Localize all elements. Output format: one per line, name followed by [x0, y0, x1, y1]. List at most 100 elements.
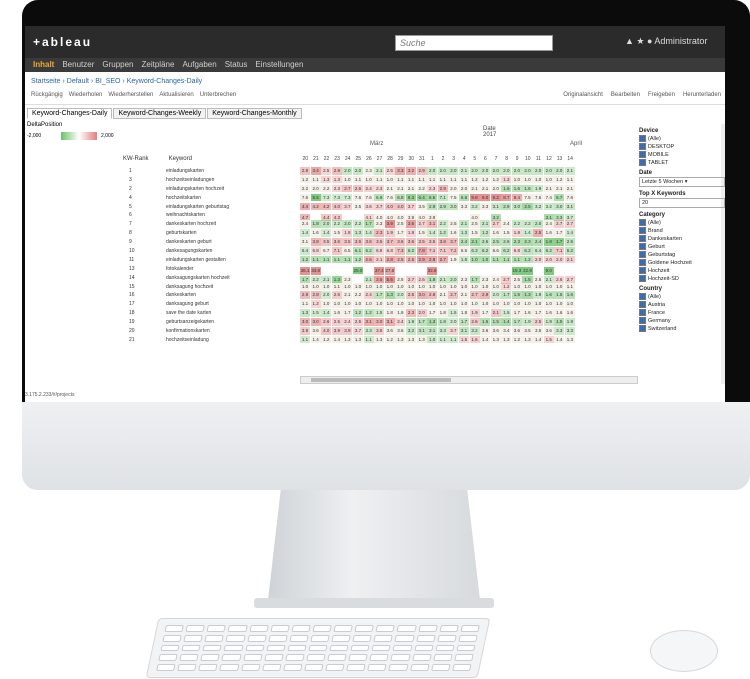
heatmap-cell[interactable]: 4.2 — [310, 202, 321, 211]
heatmap-cell[interactable]: 2.4 — [363, 184, 374, 193]
heatmap-cell[interactable]: 2.5 — [533, 318, 544, 326]
heatmap-cell[interactable]: 6.9 — [374, 193, 385, 202]
heatmap-cell[interactable]: 3.8 — [374, 327, 385, 335]
heatmap-cell[interactable]: 7.6 — [300, 193, 311, 202]
heatmap-cell[interactable]: 3.9 — [342, 327, 353, 335]
heatmap-cell[interactable]: 1.0 — [448, 300, 459, 308]
heatmap-cell[interactable]: 7.3 — [342, 193, 353, 202]
heatmap-cell[interactable]: 2.4 — [342, 318, 353, 326]
heatmap-cell[interactable] — [554, 264, 565, 273]
heatmap-cell[interactable]: 1.5 — [511, 291, 522, 299]
heatmap-cell[interactable]: 1.7 — [395, 229, 406, 237]
heatmap-cell[interactable]: 2.9 — [416, 167, 427, 175]
heatmap-cell[interactable]: 5.5 — [310, 193, 321, 202]
toolbar-button[interactable]: Bearbeiten — [611, 92, 640, 98]
heatmap-cell[interactable]: 1.0 — [469, 282, 480, 291]
category-option[interactable]: Dankeskarten — [639, 235, 725, 242]
heatmap-cell[interactable] — [480, 264, 491, 273]
heatmap-cell[interactable]: 2.6 — [405, 291, 417, 299]
heatmap-cell[interactable]: 1.1 — [437, 175, 448, 184]
heatmap-cell[interactable]: 3.0 — [310, 318, 321, 326]
heatmap-cell[interactable]: 3.3 — [480, 202, 491, 211]
heatmap-cell[interactable]: 1.8 — [310, 220, 321, 228]
heatmap-cell[interactable]: 3.8 — [310, 238, 321, 246]
heatmap-cell[interactable]: 1.3 — [352, 335, 364, 344]
heatmap-cell[interactable]: 6.8 — [395, 193, 406, 202]
heatmap-cell[interactable]: 1.0 — [363, 282, 374, 291]
heatmap-cell[interactable]: 2.2 — [352, 291, 364, 299]
heatmap-cell[interactable]: 1.9 — [564, 318, 575, 326]
heatmap-cell[interactable]: 1.3 — [501, 175, 512, 184]
heatmap-cell[interactable]: 6.2 — [543, 247, 554, 255]
heatmap-cell[interactable]: 1.8 — [405, 229, 417, 237]
toolbar-button[interactable]: Originalansicht — [563, 92, 603, 98]
heatmap-cell[interactable]: 2.0 — [321, 291, 332, 299]
heatmap-cell[interactable]: 2.5 — [331, 291, 342, 299]
heatmap-cell[interactable]: 1.0 — [427, 300, 438, 308]
heatmap-cell[interactable]: 1.2 — [469, 175, 480, 184]
heatmap-cell[interactable]: 3.6 — [395, 238, 406, 246]
heatmap-cell[interactable]: 1.0 — [427, 282, 438, 291]
view-tab[interactable]: Keyword-Changes-Daily — [27, 108, 113, 119]
heatmap-cell[interactable]: 2.0 — [480, 167, 491, 175]
heatmap-cell[interactable]: 6.5 — [458, 247, 469, 255]
heatmap-cell[interactable]: 1.6 — [564, 291, 575, 299]
heatmap-cell[interactable]: 2.0 — [416, 309, 427, 317]
heatmap-cell[interactable]: 6.6 — [427, 193, 438, 202]
heatmap-cell[interactable]: 1.2 — [321, 335, 332, 344]
heatmap-cell[interactable]: 2.1 — [469, 184, 480, 193]
heatmap-cell[interactable]: 1.0 — [480, 282, 491, 291]
heatmap-cell[interactable]: 1.6 — [310, 229, 321, 237]
heatmap-cell[interactable]: 2.0 — [342, 167, 353, 175]
toolbar-button[interactable]: Wiederholen — [69, 92, 103, 98]
heatmap-cell[interactable]: 1.1 — [300, 300, 311, 308]
heatmap-cell[interactable]: 7.3 — [395, 247, 406, 255]
heatmap-cell[interactable]: 1.6 — [522, 184, 533, 193]
topx-input[interactable]: 20 — [639, 198, 725, 208]
heatmap-cell[interactable]: 1.5 — [501, 184, 512, 193]
checkbox[interactable] — [639, 235, 646, 242]
heatmap-cell[interactable]: 7.4 — [543, 193, 554, 202]
heatmap-cell[interactable]: 2.5 — [448, 220, 459, 228]
heatmap-cell[interactable]: 1.0 — [480, 255, 491, 264]
heatmap-cell[interactable]: 1.1 — [427, 175, 438, 184]
heatmap-cell[interactable]: 2.0 — [490, 291, 501, 299]
heatmap-cell[interactable]: 1.7 — [374, 291, 385, 299]
heatmap-cell[interactable]: 2.0 — [458, 184, 469, 193]
heatmap-cell[interactable]: 2.3 — [374, 184, 385, 193]
heatmap-cell[interactable]: 3.6 — [405, 238, 417, 246]
heatmap-cell[interactable]: 1.6 — [490, 229, 501, 237]
heatmap-cell[interactable]: 7.3 — [321, 193, 332, 202]
heatmap-cell[interactable]: 1.5 — [543, 335, 554, 344]
checkbox[interactable] — [639, 259, 646, 266]
heatmap-cell[interactable]: 7.1 — [427, 247, 438, 255]
heatmap-cell[interactable]: 1.1 — [416, 175, 427, 184]
heatmap-cell[interactable]: 6.8 — [310, 247, 321, 255]
heatmap-cell[interactable]: 1.6 — [331, 309, 342, 317]
category-option[interactable]: Geburtstag — [639, 251, 725, 258]
heatmap-cell[interactable]: 3.1 — [490, 202, 501, 211]
heatmap-cell[interactable]: 2.3 — [405, 309, 417, 317]
heatmap-cell[interactable]: 1.6 — [511, 184, 522, 193]
toolbar-button[interactable]: Herunterladen — [683, 92, 721, 98]
heatmap-cell[interactable]: 1.5 — [448, 309, 459, 317]
heatmap-cell[interactable]: 1.9 — [533, 184, 544, 193]
heatmap-cell[interactable]: 2.0 — [490, 167, 501, 175]
heatmap-cell[interactable]: 2.2 — [522, 220, 533, 228]
heatmap-cell[interactable]: 1.3 — [331, 175, 342, 184]
heatmap-cell[interactable]: 2.5 — [522, 202, 533, 211]
heatmap-cell[interactable]: 1.9 — [405, 318, 417, 326]
heatmap-cell[interactable] — [342, 264, 353, 273]
heatmap-cell[interactable]: 1.8 — [437, 309, 448, 317]
checkbox[interactable] — [639, 143, 646, 150]
checkbox[interactable] — [639, 135, 646, 142]
heatmap-cell[interactable]: 3.6 — [331, 238, 342, 246]
heatmap-cell[interactable]: 1.4 — [310, 335, 321, 344]
heatmap-cell[interactable]: 1.5 — [416, 229, 427, 237]
heatmap-cell[interactable]: 7.6 — [564, 193, 575, 202]
heatmap-cell[interactable]: 2.7 — [490, 220, 501, 228]
country-option[interactable]: France — [639, 309, 725, 316]
heatmap-cell[interactable]: 2.6 — [480, 238, 491, 246]
checkbox[interactable] — [639, 293, 646, 300]
heatmap-cell[interactable]: 1.7 — [363, 220, 374, 228]
